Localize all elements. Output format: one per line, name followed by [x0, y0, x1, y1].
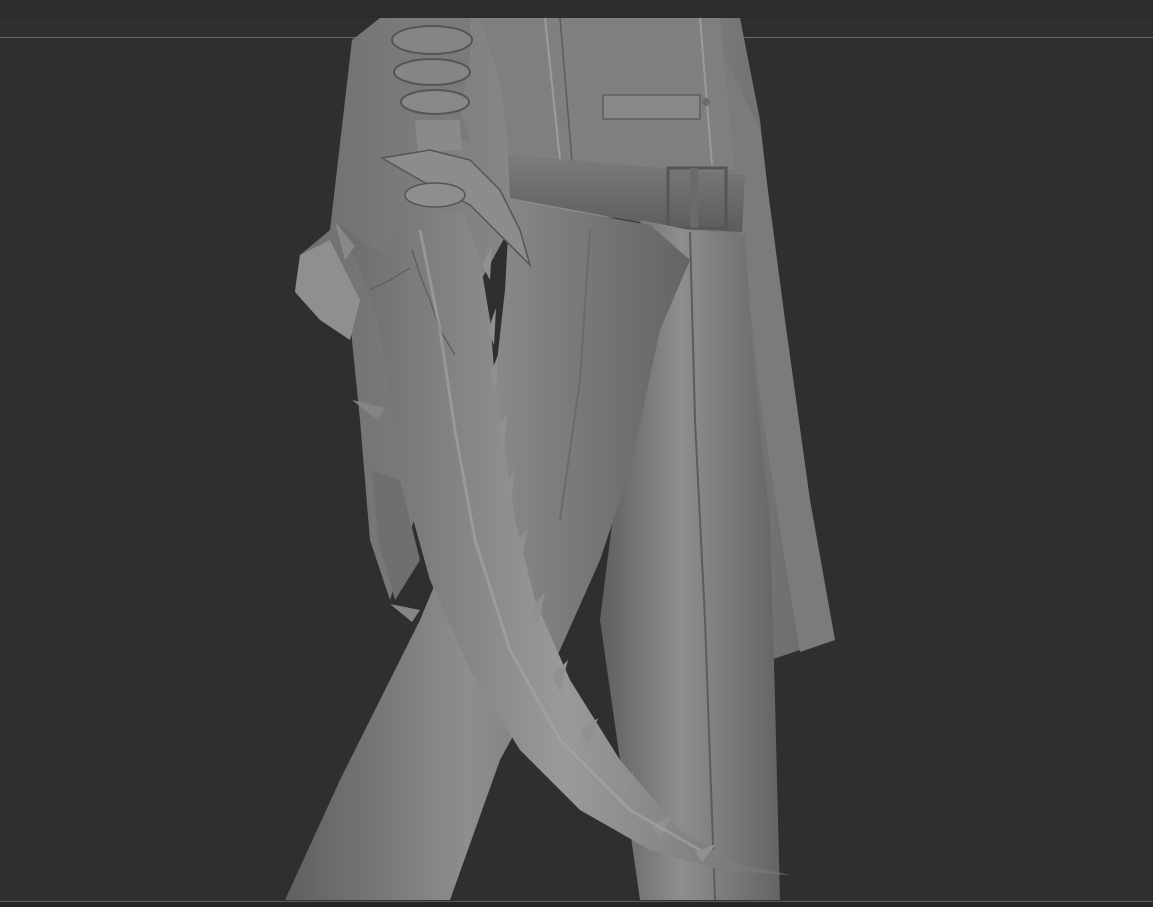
sculpted-model[interactable] [0, 0, 1153, 907]
sculpt-viewport[interactable] [0, 0, 1153, 907]
viewport-bottom-strip [0, 902, 1153, 907]
jacket-front [480, 17, 735, 170]
